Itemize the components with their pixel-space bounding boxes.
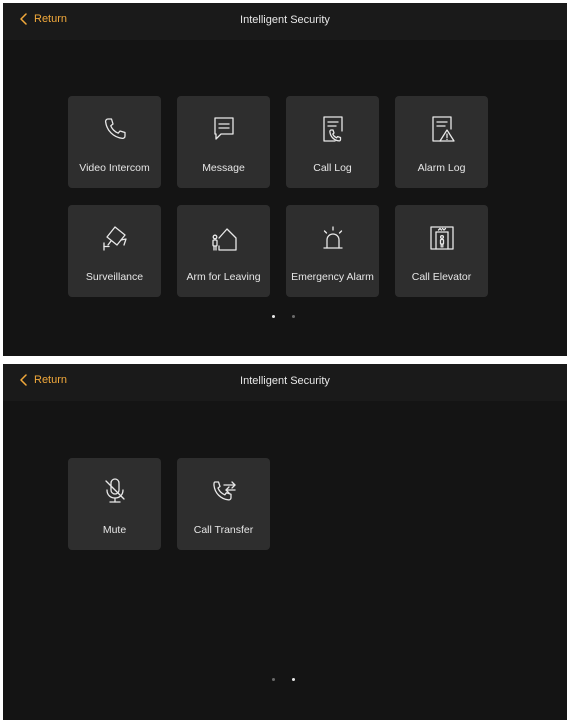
tile-label: Emergency Alarm <box>291 271 374 283</box>
tile-call-transfer[interactable]: Call Transfer <box>177 458 270 550</box>
tile-message[interactable]: Message <box>177 96 270 188</box>
tile-label: Surveillance <box>85 271 144 283</box>
tile-label: Video Intercom <box>79 162 150 174</box>
top-bar: Return Intelligent Security <box>3 3 567 40</box>
tile-call-log[interactable]: Call Log <box>286 96 379 188</box>
page-dot-1[interactable] <box>272 678 275 681</box>
phone-icon <box>104 118 126 140</box>
siren-icon <box>322 226 343 249</box>
tile-emergency-alarm[interactable]: Emergency Alarm <box>286 205 379 297</box>
page-title: Intelligent Security <box>240 14 330 26</box>
page-dot-2[interactable] <box>292 678 295 681</box>
tile-alarm-log[interactable]: Alarm Log <box>395 96 488 188</box>
tile-label: Call Log <box>313 162 352 174</box>
tile-call-elevator[interactable]: Call Elevator <box>395 205 488 297</box>
camera-icon <box>102 226 127 251</box>
tile-label: Alarm Log <box>417 162 466 174</box>
home-leave-icon <box>211 228 237 251</box>
message-icon <box>213 117 234 140</box>
tile-video-intercom[interactable]: Video Intercom <box>68 96 161 188</box>
page-dot-2[interactable] <box>292 315 295 318</box>
tile-surveillance[interactable]: Surveillance <box>68 205 161 297</box>
tile-mute[interactable]: Mute <box>68 458 161 550</box>
tile-label: Call Elevator <box>411 271 472 283</box>
page-title: Intelligent Security <box>240 375 330 387</box>
call-log-icon <box>322 116 343 142</box>
top-bar: Return Intelligent Security <box>3 364 567 401</box>
page-dot-1[interactable] <box>272 315 275 318</box>
tile-label: Message <box>202 162 245 174</box>
mic-off-icon <box>104 478 125 503</box>
alarm-log-icon <box>431 116 455 142</box>
screen-page-2: Return Intelligent Security Mute Call Tr… <box>3 364 567 720</box>
tile-arm-for-leaving[interactable]: Arm for Leaving <box>177 205 270 297</box>
screen-page-1: Return Intelligent Security Video Interc… <box>3 3 567 356</box>
tile-label: Arm for Leaving <box>186 271 261 283</box>
elevator-icon <box>429 226 454 250</box>
tile-label: Call Transfer <box>193 524 254 536</box>
tile-label: Mute <box>102 524 127 536</box>
call-transfer-icon <box>212 481 236 501</box>
